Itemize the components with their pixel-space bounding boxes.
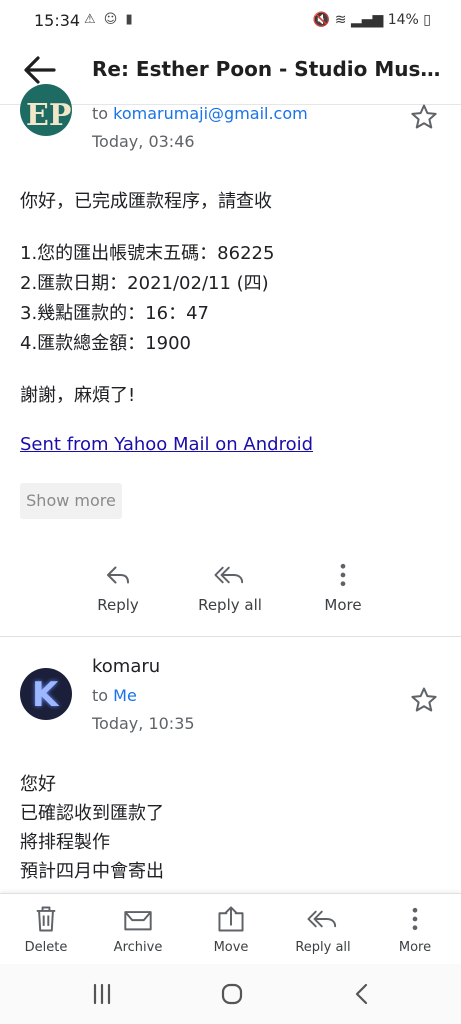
body-line: 您好 — [20, 774, 56, 795]
message-date: Today, 10:35 — [92, 714, 195, 733]
star-button[interactable] — [409, 685, 439, 715]
reply-all-label: Reply all — [295, 940, 351, 955]
status-bar: 15:34 ⚠ ☺ ▮ 🔇 ≋ ▂▄▆ 14% ▯ — [0, 0, 461, 40]
sender-name: komaru — [92, 656, 161, 677]
more-button[interactable]: More — [288, 560, 398, 614]
mute-icon: 🔇 — [312, 12, 331, 28]
body-line: 你好，已完成匯款程序，請查收 — [20, 191, 272, 212]
reply-icon — [107, 566, 129, 584]
notification-icons: ⚠ ☺ ▮ — [84, 12, 135, 27]
reply-all-icon — [214, 566, 244, 584]
body-line: 2.匯款日期：2021/02/11 (四) — [20, 273, 269, 294]
system-navigation-bar — [0, 964, 461, 1024]
signal-icon: ▂▄▆ — [350, 12, 384, 28]
reply-button[interactable]: Reply — [63, 560, 173, 614]
battery-percent: 14% — [387, 12, 419, 28]
message-body: 你好，已完成匯款程序，請查收 1.您的匯出帳號末五碼：86225 2.匯款日期：… — [20, 187, 274, 411]
recipient-row[interactable]: to Me — [92, 686, 137, 705]
archive-button[interactable]: Archive — [93, 904, 183, 955]
reply-all-button[interactable]: Reply all — [175, 560, 285, 614]
avatar[interactable]: EP — [20, 84, 72, 136]
system-status-icons: 🔇 ≋ ▂▄▆ 14% ▯ — [313, 12, 431, 28]
move-button[interactable]: Move — [186, 904, 276, 955]
chevron-left-icon — [355, 983, 368, 1005]
avatar-initials: K — [32, 675, 59, 715]
move-icon — [218, 906, 244, 932]
arrow-left-icon — [24, 56, 56, 84]
to-label: to — [92, 686, 109, 705]
more-vert-icon — [412, 907, 418, 931]
message-body: 您好 已確認收到匯款了 將排程製作 預計四月中會寄出 — [20, 770, 164, 886]
avatar-initials: EP — [26, 98, 72, 133]
body-line: 預計四月中會寄出 — [20, 861, 164, 882]
signature-link[interactable]: Sent from Yahoo Mail on Android — [20, 434, 313, 455]
body-line: 4.匯款總金額：1900 — [20, 333, 191, 354]
home-button[interactable] — [212, 980, 252, 1008]
trash-icon — [36, 906, 56, 932]
archive-label: Archive — [113, 940, 163, 955]
to-label: to — [92, 104, 109, 123]
more-vert-icon — [340, 563, 346, 587]
recent-apps-icon — [93, 983, 111, 1005]
back-nav-button[interactable] — [342, 980, 382, 1008]
message-actions: Reply Reply all More — [0, 560, 461, 630]
body-line: 謝謝，麻煩了! — [20, 385, 136, 406]
body-line: 將排程製作 — [20, 832, 110, 853]
archive-icon — [124, 911, 152, 931]
more-label: More — [324, 596, 362, 614]
move-label: Move — [213, 940, 249, 955]
back-button[interactable] — [22, 54, 56, 86]
bottom-toolbar: Delete Archive Move Reply all More — [0, 893, 461, 964]
star-icon — [411, 687, 437, 712]
star-icon — [411, 104, 437, 129]
avatar[interactable]: K — [20, 668, 72, 720]
delete-button[interactable]: Delete — [1, 904, 91, 955]
more-label: More — [398, 940, 432, 955]
star-button[interactable] — [409, 102, 439, 132]
wifi-icon: ≋ — [334, 12, 347, 28]
body-line: 1.您的匯出帳號末五碼：86225 — [20, 243, 275, 264]
reply-label: Reply — [97, 596, 139, 614]
email-subject: Re: Esther Poon - Studio Musa... — [92, 57, 442, 81]
show-more-button[interactable]: Show more — [20, 483, 122, 519]
more-toolbar-button[interactable]: More — [370, 904, 460, 955]
delete-label: Delete — [24, 940, 68, 955]
body-line: 3.幾點匯款的：16：47 — [20, 303, 209, 324]
recipient-me[interactable]: Me — [113, 686, 137, 705]
recipient-email[interactable]: komarumaji@gmail.com — [113, 104, 308, 123]
status-time: 15:34 — [34, 11, 81, 30]
home-icon — [221, 983, 243, 1005]
reply-all-icon — [307, 910, 337, 928]
app-bar: Re: Esther Poon - Studio Musa... — [0, 40, 461, 100]
recent-apps-button[interactable] — [82, 980, 122, 1008]
divider — [0, 636, 461, 637]
reply-all-toolbar-button[interactable]: Reply all — [278, 904, 368, 955]
recipient-row[interactable]: to komarumaji@gmail.com — [92, 104, 308, 123]
reply-all-label: Reply all — [198, 596, 262, 614]
battery-icon: ▯ — [423, 12, 431, 28]
body-line: 已確認收到匯款了 — [20, 803, 164, 824]
message-date: Today, 03:46 — [92, 132, 195, 151]
